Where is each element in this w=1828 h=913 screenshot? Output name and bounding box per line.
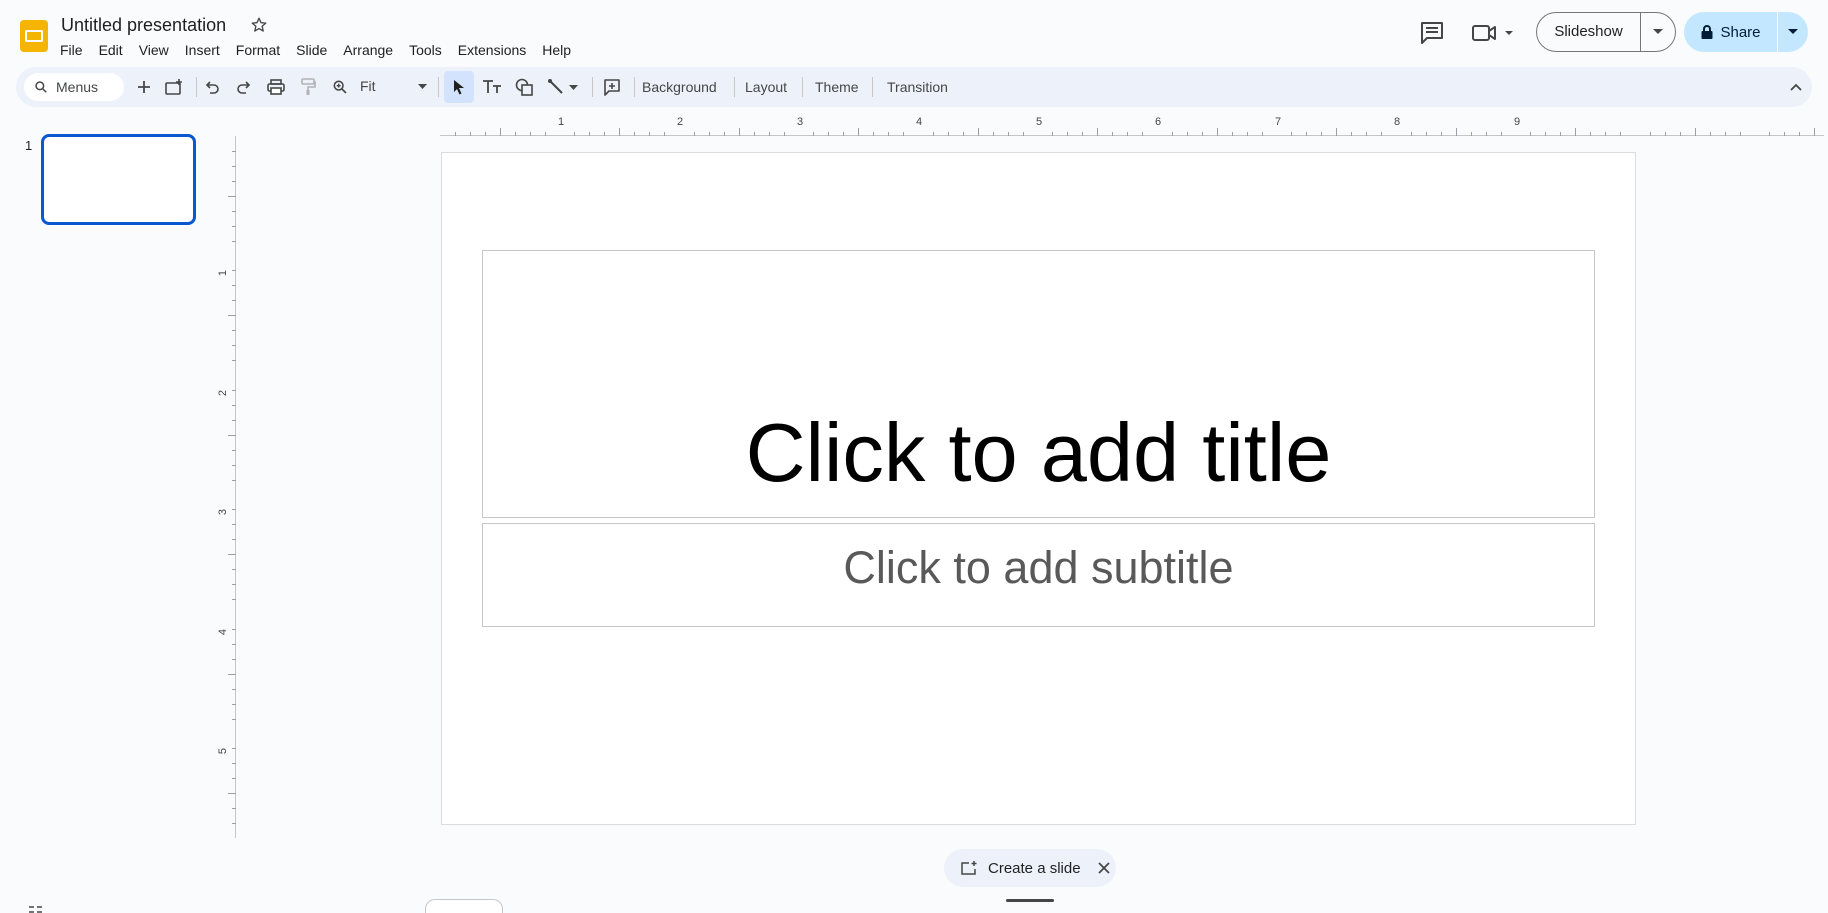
search-icon (35, 81, 47, 93)
menu-file[interactable]: File (52, 38, 91, 62)
meet-call-icon[interactable] (1471, 20, 1519, 46)
menu-format[interactable]: Format (228, 38, 288, 62)
ruler-label: 5 (217, 747, 230, 755)
create-slide-label: Create a slide (988, 859, 1081, 877)
line-options-chevron-down-icon[interactable] (566, 75, 580, 99)
lock-icon (1701, 25, 1713, 39)
collapse-toolbar-chevron-up-icon[interactable] (1784, 75, 1808, 99)
ruler-label: 3 (797, 116, 804, 128)
chevron-down-icon (417, 83, 427, 89)
toolbar-divider (196, 77, 197, 97)
paint-format-icon[interactable] (296, 75, 320, 99)
ruler-label: 3 (217, 508, 230, 516)
menu-insert[interactable]: Insert (177, 38, 228, 62)
ruler-label: 2 (217, 389, 230, 397)
slide-number: 1 (25, 138, 33, 153)
ruler-label: 7 (1275, 116, 1282, 128)
grid-view-icon[interactable] (28, 902, 44, 913)
new-slide-icon (961, 861, 977, 875)
subtitle-placeholder-box[interactable]: Click to add subtitle (482, 523, 1595, 627)
toolbar-divider (802, 77, 803, 97)
ruler-label: 2 (677, 116, 684, 128)
menu-extensions[interactable]: Extensions (450, 38, 534, 62)
redo-icon[interactable] (232, 75, 256, 99)
ruler-label: 6 (1155, 116, 1162, 128)
ruler-label: 9 (1514, 116, 1521, 128)
toolbar-divider (734, 77, 735, 97)
view-toggle-tab[interactable] (425, 899, 503, 913)
slide-thumbnail[interactable] (41, 134, 196, 225)
create-slide-chip[interactable]: Create a slide (944, 849, 1116, 887)
slideshow-button-group: Slideshow (1536, 12, 1676, 52)
slideshow-button[interactable]: Slideshow (1537, 13, 1641, 51)
share-button-group: Share (1684, 12, 1808, 52)
ruler-label: 4 (217, 628, 230, 636)
horizontal-ruler[interactable]: 1 2 3 4 5 6 7 8 9 (440, 112, 1824, 136)
toolbar: Menus Fit Background Layout Theme Transi… (16, 67, 1812, 107)
undo-icon[interactable] (200, 75, 224, 99)
menu-bar: File Edit View Insert Format Slide Arran… (52, 38, 579, 62)
menu-slide[interactable]: Slide (288, 38, 335, 62)
print-icon[interactable] (264, 75, 288, 99)
menu-help[interactable]: Help (534, 38, 579, 62)
slides-logo-icon[interactable] (18, 18, 50, 54)
subtitle-placeholder-text: Click to add subtitle (843, 542, 1234, 593)
text-box-icon[interactable] (480, 75, 504, 99)
shape-icon[interactable] (512, 75, 536, 99)
zoom-select[interactable]: Fit (360, 78, 427, 94)
document-title[interactable]: Untitled presentation (61, 14, 226, 36)
share-button[interactable]: Share (1684, 12, 1778, 52)
new-slide-layout-icon[interactable] (162, 75, 186, 99)
ruler-ticks (228, 151, 236, 824)
slideshow-options-chevron-down-icon[interactable] (1641, 13, 1675, 51)
menus-search-input[interactable]: Menus (24, 73, 124, 101)
toolbar-divider (872, 77, 873, 97)
ruler-label: 1 (217, 269, 230, 277)
vertical-ruler[interactable]: 1 2 3 4 5 (217, 136, 236, 838)
zoom-value: Fit (360, 78, 376, 94)
background-button[interactable]: Background (642, 78, 717, 96)
theme-button[interactable]: Theme (815, 78, 859, 96)
zoom-icon[interactable] (328, 75, 352, 99)
ruler-label: 8 (1394, 116, 1401, 128)
close-icon[interactable] (1097, 861, 1111, 875)
new-slide-plus-icon[interactable] (132, 75, 156, 99)
ruler-label: 4 (916, 116, 923, 128)
transition-button[interactable]: Transition (887, 78, 948, 96)
ruler-label: 1 (558, 116, 565, 128)
share-label: Share (1720, 23, 1761, 41)
add-comment-icon[interactable] (600, 75, 624, 99)
speaker-notes-handle[interactable] (1006, 899, 1054, 902)
menu-arrange[interactable]: Arrange (335, 38, 401, 62)
layout-button[interactable]: Layout (745, 78, 787, 96)
menu-edit[interactable]: Edit (91, 38, 131, 62)
menus-search-placeholder: Menus (56, 79, 99, 95)
title-placeholder-box[interactable]: Click to add title (482, 250, 1595, 518)
share-options-chevron-down-icon[interactable] (1778, 12, 1808, 52)
line-icon[interactable] (544, 75, 568, 99)
toolbar-divider (438, 77, 439, 97)
ruler-ticks (455, 128, 1815, 136)
menu-tools[interactable]: Tools (401, 38, 450, 62)
comments-icon[interactable] (1418, 20, 1446, 46)
toolbar-divider (592, 77, 593, 97)
toolbar-divider (634, 77, 635, 97)
select-cursor-icon[interactable] (444, 71, 474, 103)
star-icon[interactable] (250, 16, 268, 34)
menu-view[interactable]: View (131, 38, 177, 62)
ruler-label: 5 (1036, 116, 1043, 128)
title-placeholder-text: Click to add title (745, 406, 1332, 499)
